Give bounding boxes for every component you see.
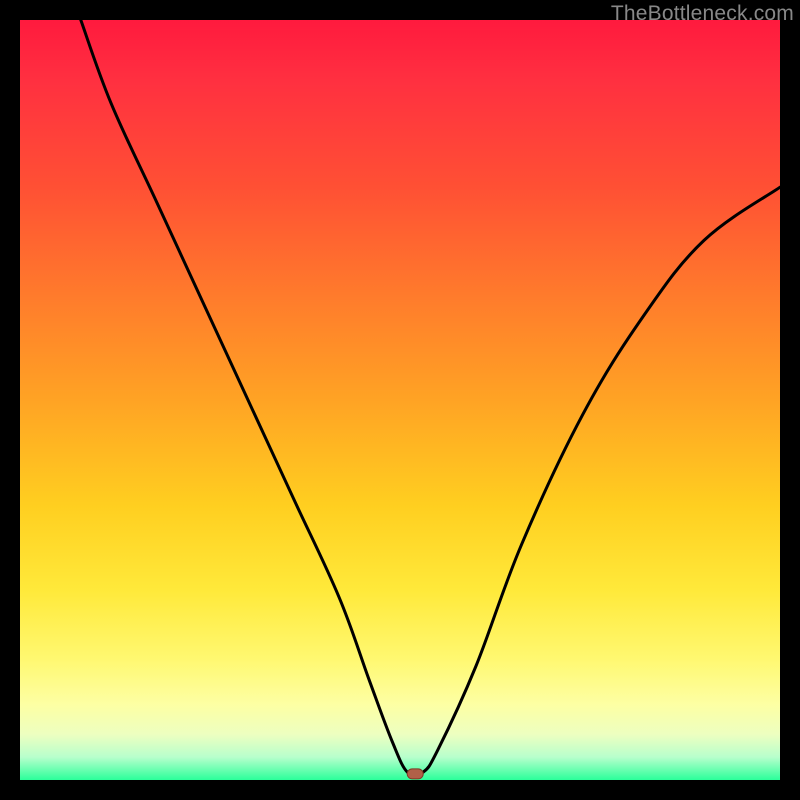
optimal-point-marker — [407, 769, 423, 779]
chart-stage: TheBottleneck.com — [0, 0, 800, 800]
curve-layer — [20, 20, 780, 780]
watermark-text: TheBottleneck.com — [611, 2, 794, 26]
plot-area — [20, 20, 780, 780]
bottleneck-curve — [81, 20, 780, 776]
